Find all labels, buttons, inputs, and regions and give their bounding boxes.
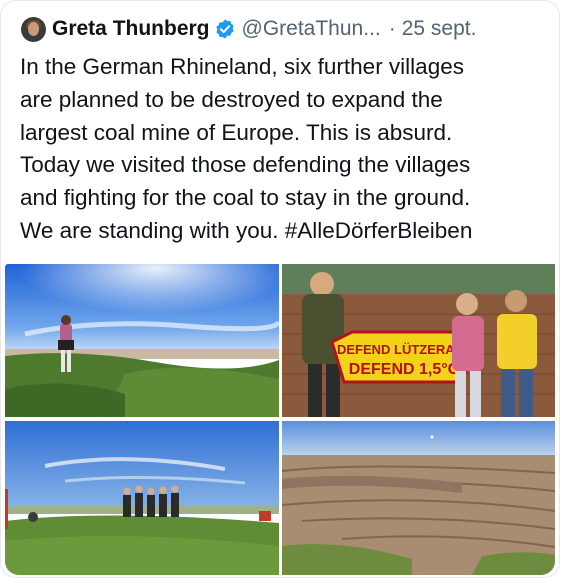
avatar[interactable] bbox=[21, 16, 46, 42]
tweet-header: Greta Thunberg @GretaThun... · 25 sept. bbox=[21, 13, 476, 45]
author-name[interactable]: Greta Thunberg bbox=[52, 17, 210, 41]
tweet-text: In the German Rhineland, six further vil… bbox=[20, 54, 473, 243]
photo-field-landscape[interactable] bbox=[5, 264, 279, 417]
separator-dot: · bbox=[388, 17, 396, 40]
verified-badge-icon bbox=[215, 19, 234, 39]
author-handle[interactable]: @GretaThun... bbox=[242, 17, 381, 41]
tweet-card[interactable]: Greta Thunberg @GretaThun... · 25 sept. … bbox=[0, 0, 560, 578]
photo-grid: DEFEND LÜTZERATH DEFEND 1,5°C bbox=[5, 264, 555, 575]
photo-group-on-hill[interactable] bbox=[5, 421, 279, 575]
photo-protest-sign[interactable]: DEFEND LÜTZERATH DEFEND 1,5°C bbox=[282, 264, 555, 417]
sign-line-1: DEFEND LÜTZERATH bbox=[337, 342, 471, 357]
tweet-date[interactable]: 25 sept. bbox=[402, 17, 477, 41]
sign-line-2: DEFEND 1,5°C bbox=[349, 361, 460, 378]
photo-open-pit-mine[interactable] bbox=[282, 421, 555, 575]
